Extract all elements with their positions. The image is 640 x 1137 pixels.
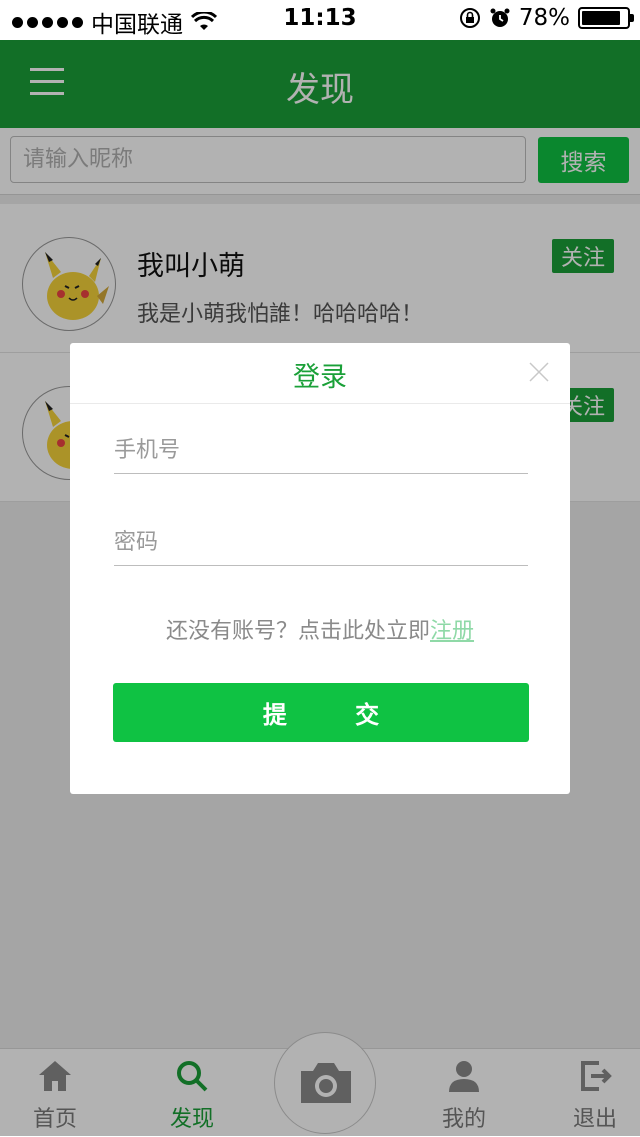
register-prompt-text: 还没有账号？点击此处立即 <box>165 619 430 644</box>
status-bar: 中国联通 11:13 78% <box>0 0 640 40</box>
battery-icon <box>578 7 634 29</box>
rotation-lock-icon <box>459 8 480 28</box>
register-prompt: 还没有账号？点击此处立即注册 <box>70 613 570 645</box>
battery-percent: 78% <box>518 5 570 31</box>
register-link[interactable]: 注册 <box>430 619 474 644</box>
login-dialog: 登录 还没有账号？点击此处立即注册 提 交 <box>70 343 570 794</box>
status-right: 78% <box>459 5 634 31</box>
dialog-header: 登录 <box>70 343 570 404</box>
dialog-title: 登录 <box>293 362 347 393</box>
alarm-icon <box>490 8 510 27</box>
submit-button[interactable]: 提 交 <box>113 683 529 742</box>
close-icon[interactable] <box>528 361 550 383</box>
phone-field[interactable] <box>114 427 528 474</box>
password-field[interactable] <box>114 519 528 566</box>
